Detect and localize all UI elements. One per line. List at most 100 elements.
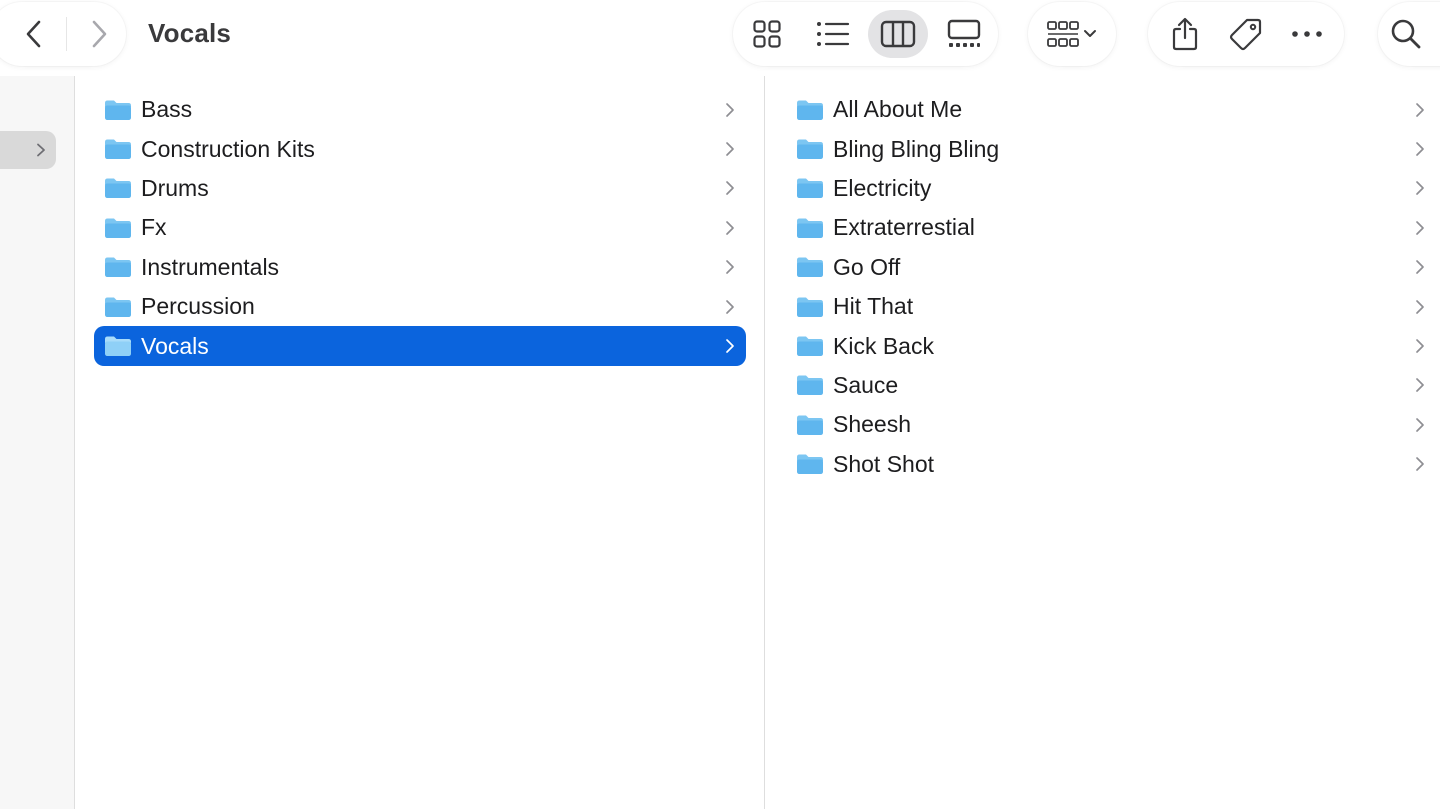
column-view-button[interactable] [868, 10, 929, 58]
folder-row[interactable]: Drums [94, 169, 746, 208]
sidebar-collapsed [0, 76, 75, 809]
folder-name: Hit That [833, 293, 914, 320]
nav-divider [66, 17, 67, 51]
folder-name: All About Me [833, 96, 963, 123]
folder-name: Bling Bling Bling [833, 135, 1000, 162]
gallery-icon [947, 19, 981, 47]
folder-list: Bass Construction Kits Drums Fx Instrume… [76, 90, 764, 366]
chevron-left-icon [26, 20, 41, 48]
folder-name: Instrumentals [141, 253, 280, 280]
folder-row[interactable]: Go Off [786, 248, 1440, 287]
share-button[interactable] [1159, 8, 1211, 60]
finder-window: Vocals Bass Construction Kits Drums Fx I… [0, 0, 1440, 809]
sidebar-toggle-button[interactable] [0, 131, 56, 169]
chevron-right-icon [726, 102, 734, 117]
chevron-right-icon [1416, 339, 1424, 353]
folder-name: Fx [141, 214, 167, 241]
folder-name: Shot Shot [833, 450, 935, 477]
tag-icon [1229, 18, 1262, 51]
browser-column-1: Bass Construction Kits Drums Fx Instrume… [76, 76, 765, 809]
folder-list: All About Me Bling Bling Bling Electrici… [766, 90, 1440, 484]
folder-icon [105, 178, 131, 199]
more-button[interactable] [1281, 8, 1333, 60]
tag-button[interactable] [1220, 8, 1272, 60]
folder-icon [797, 257, 823, 278]
folder-icon [105, 336, 131, 357]
folder-icon [797, 375, 823, 396]
chevron-right-icon [1416, 260, 1424, 275]
chevron-right-icon [726, 339, 734, 353]
chevron-right-icon [37, 143, 45, 157]
folder-icon [105, 257, 131, 278]
folder-icon [797, 454, 823, 475]
folder-icon [797, 139, 823, 160]
chevron-right-icon [1416, 221, 1424, 235]
chevron-right-icon [726, 299, 734, 314]
folder-icon [797, 100, 823, 120]
chevron-right-icon [1416, 378, 1424, 393]
chevron-right-icon [1416, 181, 1424, 196]
folder-row[interactable]: Sheesh [786, 405, 1440, 444]
folder-row[interactable]: Sauce [786, 366, 1440, 405]
folder-name: Sauce [833, 371, 899, 398]
folder-name: Extraterrestial [833, 214, 975, 241]
folder-row[interactable]: Instrumentals [94, 248, 746, 287]
group-button[interactable] [1028, 2, 1116, 66]
folder-icon [797, 178, 823, 199]
folder-row[interactable]: Vocals [94, 326, 746, 366]
folder-row[interactable]: Shot Shot [786, 445, 1440, 484]
search-button[interactable] [1378, 2, 1440, 66]
share-icon [1172, 17, 1197, 51]
folder-row[interactable]: Electricity [786, 169, 1440, 208]
search-icon [1391, 19, 1421, 49]
folder-name: Electricity [833, 174, 932, 201]
gallery-view-button[interactable] [934, 10, 994, 58]
folder-icon [105, 139, 131, 160]
chevron-right-icon [1416, 417, 1424, 432]
chevron-right-icon [1416, 457, 1424, 472]
folder-name: Drums [141, 174, 209, 201]
toolbar: Vocals [0, 0, 1440, 76]
list-view-button[interactable] [803, 10, 863, 58]
chevron-right-icon [1416, 299, 1424, 314]
list-icon [816, 22, 849, 46]
folder-name: Bass [141, 96, 193, 123]
folder-icon [797, 415, 823, 435]
chevron-right-icon [726, 221, 734, 235]
back-button[interactable] [8, 8, 60, 60]
folder-row[interactable]: Extraterrestial [786, 208, 1440, 247]
folder-row[interactable]: All About Me [786, 90, 1440, 129]
folder-row[interactable]: Percussion [94, 287, 746, 326]
folder-row[interactable]: Hit That [786, 287, 1440, 326]
folder-icon [105, 100, 131, 120]
folder-icon [105, 218, 131, 238]
folder-name: Go Off [833, 253, 901, 280]
browser-column-2: All About Me Bling Bling Bling Electrici… [766, 76, 1440, 809]
folder-name: Percussion [141, 293, 255, 320]
columns-icon [881, 20, 916, 48]
ellipsis-icon [1292, 31, 1323, 37]
folder-row[interactable]: Bling Bling Bling [786, 129, 1440, 168]
folder-row[interactable]: Kick Back [786, 326, 1440, 365]
folder-icon [797, 297, 823, 317]
folder-row[interactable]: Construction Kits [94, 129, 746, 168]
forward-button[interactable] [73, 8, 125, 60]
folder-name: Kick Back [833, 332, 934, 359]
folder-row[interactable]: Bass [94, 90, 746, 129]
folder-name: Construction Kits [141, 135, 315, 162]
folder-icon [105, 297, 131, 317]
grid-icon [753, 20, 781, 48]
icon-view-button[interactable] [737, 10, 797, 58]
folder-name: Sheesh [833, 411, 912, 438]
view-switcher [733, 2, 998, 66]
window-title: Vocals [148, 18, 232, 48]
chevron-right-icon [1416, 102, 1424, 117]
folder-name: Vocals [141, 332, 209, 359]
chevron-right-icon [726, 142, 734, 156]
group-grid-icon [1047, 21, 1096, 47]
folder-icon [797, 336, 823, 357]
folder-row[interactable]: Fx [94, 208, 746, 247]
chevron-right-icon [1416, 142, 1424, 156]
chevron-right-icon [92, 20, 107, 48]
chevron-right-icon [726, 260, 734, 275]
